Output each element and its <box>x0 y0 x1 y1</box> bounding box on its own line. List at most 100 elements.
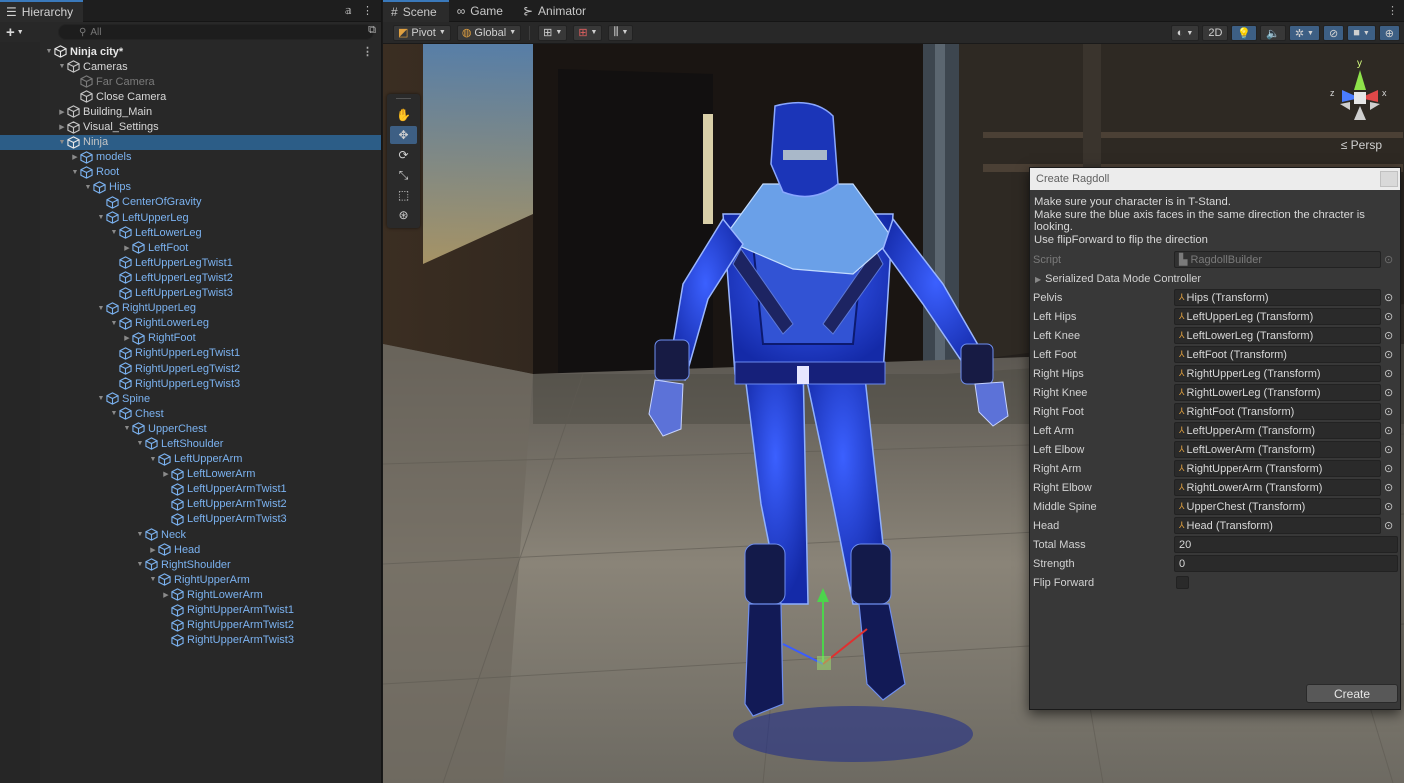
flip-forward-checkbox[interactable] <box>1176 576 1189 589</box>
hierarchy-item[interactable]: ▼ RightLowerLeg <box>0 316 381 331</box>
close-button[interactable] <box>1380 171 1398 187</box>
hierarchy-item[interactable]: ▶ LeftLowerArm <box>0 467 381 482</box>
expand-arrow-down-icon[interactable]: ▼ <box>57 63 67 70</box>
hierarchy-item[interactable]: ▼ RightUpperLeg <box>0 301 381 316</box>
object-picker-icon[interactable]: ⊙ <box>1384 386 1393 399</box>
hierarchy-item[interactable]: LeftUpperArmTwist3 <box>0 512 381 527</box>
transform-object-field[interactable]: ⅄ LeftLowerLeg (Transform) <box>1174 327 1381 344</box>
gizmos-dropdown[interactable]: ⊕ <box>1378 25 1400 41</box>
hierarchy-item[interactable]: ▼ RightUpperArm <box>0 572 381 587</box>
object-picker-icon[interactable]: ⊙ <box>1384 462 1393 475</box>
overlay-grip[interactable] <box>396 98 411 104</box>
transform-tool-icon[interactable]: ⊛ <box>390 206 417 224</box>
expand-arrow-down-icon[interactable]: ▼ <box>109 410 119 417</box>
scene-menu-icon[interactable]: ⋮ <box>362 45 373 58</box>
hierarchy-item[interactable]: RightUpperArmTwist1 <box>0 602 381 617</box>
object-picker-icon[interactable]: ⊙ <box>1384 310 1393 323</box>
tab-game[interactable]: ∞ Game <box>449 0 515 22</box>
transform-object-field[interactable]: ⅄ RightLowerArm (Transform) <box>1174 479 1381 496</box>
ragdoll-titlebar[interactable]: Create Ragdoll <box>1030 168 1400 190</box>
hierarchy-item[interactable]: LeftUpperLegTwist1 <box>0 255 381 270</box>
expand-arrow-down-icon[interactable]: ▼ <box>83 184 93 191</box>
expand-arrow-right-icon[interactable]: ▶ <box>161 470 171 478</box>
expand-arrow-down-icon[interactable]: ▼ <box>148 576 158 583</box>
scene-visibility-icon[interactable]: ⧉ <box>368 24 376 37</box>
create-button[interactable]: Create <box>1306 684 1398 703</box>
expand-arrow-right-icon[interactable]: ▶ <box>57 123 67 131</box>
transform-object-field[interactable]: ⅄ RightUpperLeg (Transform) <box>1174 365 1381 382</box>
kebab-menu-icon[interactable]: ⋮ <box>362 4 373 17</box>
expand-arrow-down-icon[interactable]: ▼ <box>148 456 158 463</box>
transform-object-field[interactable]: ⅄ RightFoot (Transform) <box>1174 403 1381 420</box>
transform-object-field[interactable]: ⅄ Head (Transform) <box>1174 517 1381 534</box>
hierarchy-item[interactable]: RightUpperLegTwist2 <box>0 361 381 376</box>
hierarchy-item[interactable]: Far Camera <box>0 74 381 89</box>
hierarchy-item[interactable]: ▼ LeftLowerLeg <box>0 225 381 240</box>
hierarchy-item[interactable]: ▶ RightFoot <box>0 331 381 346</box>
hierarchy-search[interactable]: ⚲ <box>58 24 374 40</box>
audio-toggle[interactable]: 🔈 <box>1260 25 1286 41</box>
transform-object-field[interactable]: ⅄ Hips (Transform) <box>1174 289 1381 306</box>
align-dropdown[interactable]: ⫼ ▼ <box>608 24 634 41</box>
grid-snap-dropdown[interactable]: ⊞ ▼ <box>538 24 568 41</box>
scene-tab-menu-icon[interactable]: ⋮ <box>1387 4 1398 17</box>
expand-arrow-right-icon[interactable]: ▶ <box>161 591 171 599</box>
scale-tool-icon[interactable]: ⤡ <box>390 166 417 184</box>
transform-object-field[interactable]: ⅄ LeftUpperLeg (Transform) <box>1174 308 1381 325</box>
expand-arrow-down-icon[interactable]: ▼ <box>96 214 106 221</box>
object-picker-icon[interactable]: ⊙ <box>1384 424 1393 437</box>
hand-tool-icon[interactable]: ✋ <box>390 106 417 124</box>
expand-arrow-right-icon[interactable]: ▶ <box>57 108 67 116</box>
hierarchy-item[interactable]: ▼ LeftShoulder <box>0 436 381 451</box>
tab-animator[interactable]: ⊱ Animator <box>515 0 598 22</box>
hierarchy-item[interactable]: ▼ Neck <box>0 527 381 542</box>
hierarchy-item[interactable]: RightUpperArmTwist2 <box>0 618 381 633</box>
expand-arrow-right-icon[interactable]: ▶ <box>122 244 132 252</box>
hierarchy-item[interactable]: LeftUpperArmTwist1 <box>0 482 381 497</box>
hierarchy-item[interactable]: ▼ Hips <box>0 180 381 195</box>
hierarchy-item[interactable]: CenterOfGravity <box>0 195 381 210</box>
hierarchy-item[interactable]: RightUpperLegTwist3 <box>0 376 381 391</box>
shading-mode-dropdown[interactable]: ◐ ▼ <box>1170 25 1200 41</box>
search-input[interactable] <box>90 26 341 38</box>
expand-arrow-down-icon[interactable]: ▼ <box>122 425 132 432</box>
transform-object-field[interactable]: ⅄ UpperChest (Transform) <box>1174 498 1381 515</box>
expand-arrow-down-icon[interactable]: ▼ <box>109 229 119 236</box>
rotate-tool-icon[interactable]: ⟳ <box>390 146 417 164</box>
mode-2d-toggle[interactable]: 2D <box>1202 25 1229 41</box>
hierarchy-item[interactable]: ▼ Ninja <box>0 134 381 150</box>
hierarchy-item[interactable]: ▼ RightShoulder <box>0 557 381 572</box>
expand-arrow-down-icon[interactable]: ▼ <box>96 395 106 402</box>
expand-arrow-down-icon[interactable]: ▼ <box>135 440 145 447</box>
transform-object-field[interactable]: ⅄ LeftLowerArm (Transform) <box>1174 441 1381 458</box>
hierarchy-item[interactable]: RightUpperLegTwist1 <box>0 346 381 361</box>
total-mass-field[interactable]: 20 <box>1174 536 1398 553</box>
hierarchy-item[interactable]: ▶ RightLowerArm <box>0 587 381 602</box>
transform-object-field[interactable]: ⅄ LeftFoot (Transform) <box>1174 346 1381 363</box>
hierarchy-item[interactable]: ▼ LeftUpperLeg <box>0 210 381 225</box>
expand-arrow-down-icon[interactable]: ▼ <box>135 531 145 538</box>
expand-arrow-down-icon[interactable]: ▼ <box>57 139 67 146</box>
pivot-dropdown[interactable]: ◩ Pivot ▼ <box>393 24 451 41</box>
tab-hierarchy[interactable]: ☰ Hierarchy <box>0 0 84 22</box>
effects-dropdown[interactable]: ✲ ▼ <box>1288 25 1320 41</box>
hierarchy-item[interactable]: ▼ Ninja city* ⋮ <box>0 44 381 59</box>
expand-arrow-down-icon[interactable]: ▼ <box>44 48 54 55</box>
move-tool-icon[interactable]: ✥ <box>390 126 417 144</box>
hierarchy-item[interactable]: ▼ Root <box>0 165 381 180</box>
serialized-foldout[interactable]: ▶ Serialized Data Mode Controller <box>1030 269 1400 288</box>
expand-arrow-down-icon[interactable]: ▼ <box>96 305 106 312</box>
object-picker-icon[interactable]: ⊙ <box>1384 481 1393 494</box>
transform-object-field[interactable]: ⅄ RightUpperArm (Transform) <box>1174 460 1381 477</box>
increment-snap-dropdown[interactable]: ⊞ ▼ <box>573 24 603 41</box>
hierarchy-item[interactable]: ▼ Spine <box>0 391 381 406</box>
hierarchy-item[interactable]: ▶ LeftFoot <box>0 240 381 255</box>
hierarchy-item[interactable]: LeftUpperLegTwist3 <box>0 286 381 301</box>
object-picker-icon[interactable]: ⊙ <box>1384 329 1393 342</box>
expand-arrow-right-icon[interactable]: ▶ <box>148 546 158 554</box>
object-picker-icon[interactable]: ⊙ <box>1384 367 1393 380</box>
hierarchy-item[interactable]: ▶ models <box>0 150 381 165</box>
object-picker-icon[interactable]: ⊙ <box>1384 348 1393 361</box>
hierarchy-item[interactable]: ▶ Head <box>0 542 381 557</box>
hidden-objects-toggle[interactable]: ⊘ <box>1322 25 1345 41</box>
